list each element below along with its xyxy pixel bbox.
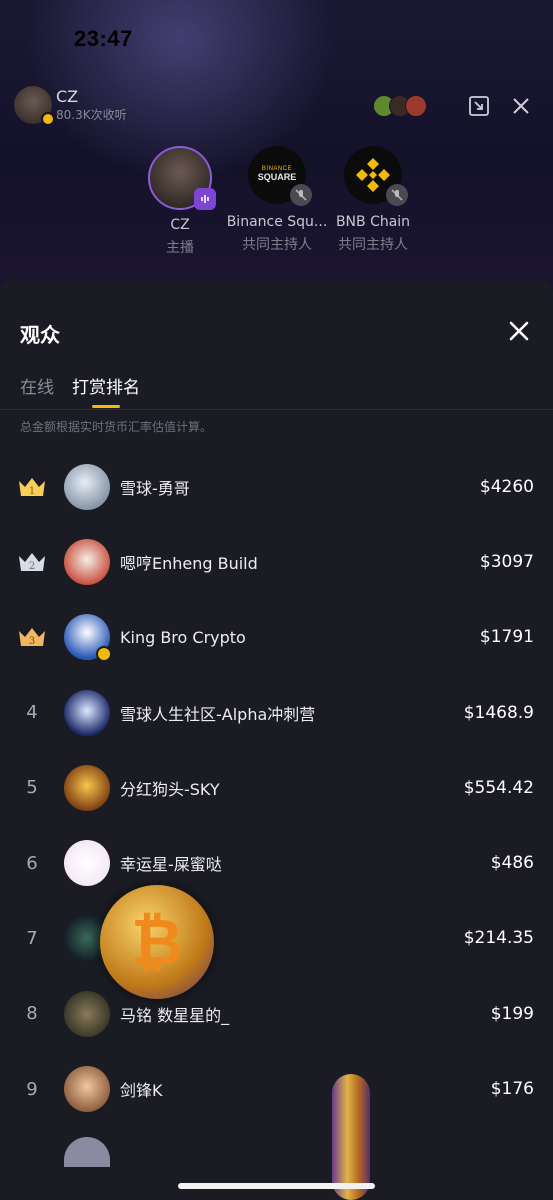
list-item[interactable]: 5 分红狗头-SKY $554.42 (0, 750, 553, 825)
avatar (64, 990, 110, 1037)
speaker-role: 主播 (166, 240, 194, 256)
avatar (64, 614, 112, 663)
mic-muted-icon (386, 184, 408, 206)
svg-text:2: 2 (29, 561, 35, 572)
sheet-title: 观众 (20, 323, 60, 347)
host-header[interactable]: CZ 80.3K次收听 (14, 86, 127, 126)
rank-number: 9 (26, 1078, 38, 1100)
audio-wave-icon (194, 188, 216, 210)
tab-tip-ranking[interactable]: 打赏排名 (72, 373, 140, 408)
audience-sheet: 观众 在线 打赏排名 总金额根据实时货币汇率估值计算。 1 雪球-勇哥 $426… (0, 279, 553, 1200)
list-item[interactable]: 8 马铭 数星星的_ $199 (0, 976, 553, 1051)
coin-animation (332, 1074, 370, 1200)
host-name: CZ (56, 87, 79, 106)
crown-icon: 1 (0, 475, 64, 499)
ranking-list: 1 雪球-勇哥 $4260 2 嗯哼Enheng Build $3097 3 K… (0, 449, 553, 1167)
listener-avatar (405, 95, 427, 117)
svg-text:3: 3 (29, 636, 35, 647)
tip-amount: $3097 (479, 551, 534, 572)
status-time: 23:47 (74, 26, 133, 51)
list-item[interactable]: 1 雪球-勇哥 $4260 (0, 449, 553, 524)
rank-number: 8 (26, 1003, 38, 1025)
list-item[interactable] (0, 1127, 553, 1167)
rank-number: 7 (26, 927, 38, 949)
avatar (64, 840, 110, 887)
user-name: 马铭 数星星的_ (120, 1005, 230, 1025)
tab-online[interactable]: 在线 (20, 373, 54, 398)
close-icon[interactable] (507, 92, 535, 120)
list-item[interactable]: 4 雪球人生社区-Alpha冲刺营 $1468.9 (0, 675, 553, 750)
tab-divider (0, 409, 553, 410)
speaker-avatar (148, 146, 216, 210)
tip-amount: $4260 (479, 476, 534, 497)
tip-amount: $1791 (479, 627, 534, 648)
avatar (64, 538, 110, 585)
host-avatar[interactable] (14, 86, 55, 126)
speaker-role: 共同主持人 (338, 237, 408, 253)
close-icon[interactable] (507, 319, 531, 343)
bitcoin-icon: ₿ (100, 885, 214, 999)
tip-amount: $214.35 (463, 928, 534, 949)
speaker-avatar (344, 146, 408, 206)
avatar (64, 1136, 110, 1167)
minimize-icon[interactable] (465, 92, 493, 120)
verified-badge-icon (41, 112, 55, 126)
list-item[interactable]: 7 $214.35 (0, 901, 553, 976)
svg-text:1: 1 (29, 486, 35, 497)
speaker-name: CZ (170, 217, 190, 233)
mic-muted-icon (290, 184, 312, 206)
list-item[interactable]: 2 嗯哼Enheng Build $3097 (0, 524, 553, 599)
speaker-name: Binance Squ... (226, 214, 328, 230)
verified-badge-icon (96, 646, 112, 663)
listener-count: 80.3K次收听 (56, 108, 127, 122)
list-item[interactable]: 9 剑锋K $176 (0, 1051, 553, 1126)
rank-number: 6 (26, 852, 38, 874)
list-item[interactable]: 3 King Bro Crypto $1791 (0, 600, 553, 675)
binance-square-logo: BINANCE SQUARE (257, 166, 297, 182)
tip-amount: $554.42 (463, 777, 534, 798)
tip-amount: $486 (490, 853, 534, 874)
tip-amount: $199 (490, 1003, 534, 1024)
list-item[interactable]: 6 幸运星-屎蜜哒 $486 (0, 825, 553, 900)
home-indicator[interactable] (178, 1183, 375, 1189)
speaker-binance-square[interactable]: BINANCE SQUARE Binance Squ... 共同主持人 (222, 146, 332, 254)
avatar (64, 689, 110, 736)
crown-icon: 3 (0, 625, 64, 649)
crown-icon: 2 (0, 550, 64, 574)
rank-number: 4 (26, 702, 38, 724)
avatar (64, 463, 110, 510)
speaker-bnb-chain[interactable]: BNB Chain 共同主持人 (318, 146, 428, 254)
tip-amount: $1468.9 (463, 702, 534, 723)
tip-amount: $176 (490, 1079, 534, 1100)
avatar (64, 1066, 110, 1113)
speaker-name: BNB Chain (335, 214, 411, 230)
rank-number: 5 (26, 777, 38, 799)
user-name: 幸运星-屎蜜哒 (120, 855, 222, 875)
currency-note: 总金额根据实时货币汇率估值计算。 (20, 420, 213, 434)
speaker-cz[interactable]: CZ 主播 (125, 146, 235, 257)
listener-avatars[interactable] (373, 95, 427, 117)
avatar (64, 764, 110, 811)
speaker-role: 共同主持人 (242, 237, 312, 253)
speaker-avatar: BINANCE SQUARE (248, 146, 312, 206)
